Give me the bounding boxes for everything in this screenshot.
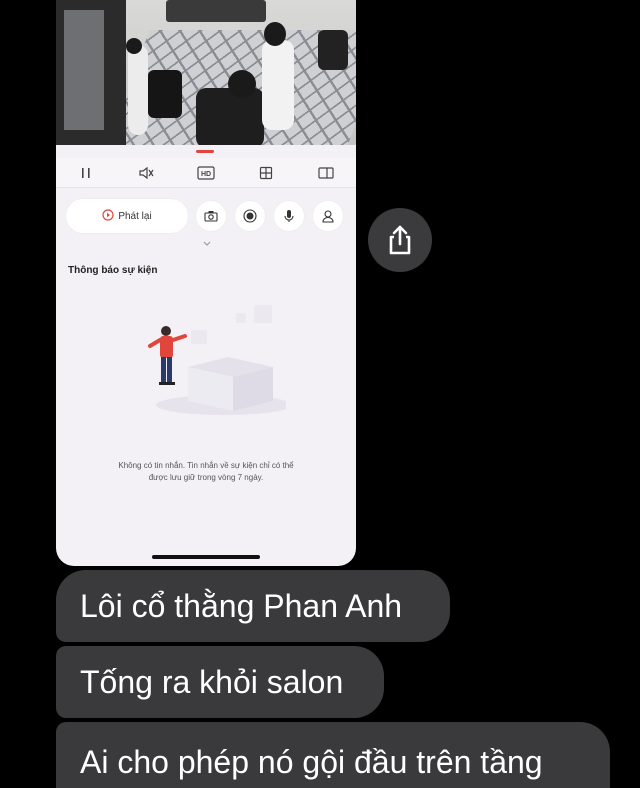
portrait-icon[interactable] — [315, 162, 337, 184]
camera-app-screenshot: HD Phát lại Thông báo sự kiện Không có t… — [56, 0, 356, 566]
salon-mirror-wall — [56, 0, 126, 145]
drag-handle[interactable] — [196, 150, 214, 153]
video-toolbar: HD — [56, 158, 356, 188]
barber-head — [264, 22, 286, 46]
staff-head — [126, 38, 142, 54]
mic-icon — [284, 210, 294, 222]
customer-head — [228, 70, 256, 98]
message-bubble[interactable]: Lôi cổ thằng Phan Anh — [56, 570, 450, 642]
pause-icon[interactable] — [75, 162, 97, 184]
grid-icon[interactable] — [255, 162, 277, 184]
staff-figure — [128, 45, 148, 135]
empty-message: Không có tin nhắn. Tin nhắn về sự kiện c… — [76, 460, 336, 484]
event-section-title: Thông báo sự kiện — [68, 265, 158, 276]
home-indicator — [152, 555, 260, 559]
camera-button[interactable] — [196, 201, 226, 231]
hd-icon[interactable]: HD — [195, 162, 217, 184]
camera-live-view[interactable] — [56, 0, 356, 145]
playback-label: Phát lại — [118, 210, 152, 222]
barber-chair — [148, 70, 182, 118]
playback-icon — [102, 208, 114, 224]
record-icon — [243, 209, 257, 223]
share-button[interactable] — [368, 208, 432, 272]
customer-figure — [196, 88, 264, 145]
empty-box-illustration — [148, 305, 286, 415]
hd-label: HD — [201, 171, 211, 178]
mute-icon[interactable] — [135, 162, 157, 184]
barber-chair-2 — [318, 30, 348, 70]
message-bubble[interactable]: Ai cho phép nó gội đầu trên tầng — [56, 722, 610, 788]
share-icon — [389, 225, 411, 255]
mic-button[interactable] — [274, 201, 304, 231]
message-text: Lôi cổ thằng Phan Anh — [80, 588, 403, 624]
empty-message-line1: Không có tin nhắn. Tin nhắn về sự kiện c… — [118, 461, 294, 470]
control-buttons: Phát lại — [66, 199, 356, 233]
empty-message-line2: được lưu giữ trong vòng 7 ngày. — [148, 473, 264, 482]
message-text: Ai cho phép nó gội đầu trên tầng — [80, 744, 543, 780]
salon-sofa — [166, 0, 266, 22]
record-button[interactable] — [235, 201, 265, 231]
playback-button[interactable]: Phát lại — [66, 199, 188, 233]
contact-button[interactable] — [313, 201, 343, 231]
contact-icon — [322, 210, 334, 223]
camera-icon — [204, 211, 218, 222]
chevron-down-icon[interactable] — [203, 241, 211, 247]
message-text: Tống ra khỏi salon — [80, 664, 344, 700]
message-bubble[interactable]: Tống ra khỏi salon — [56, 646, 384, 718]
barber-figure — [262, 40, 294, 130]
